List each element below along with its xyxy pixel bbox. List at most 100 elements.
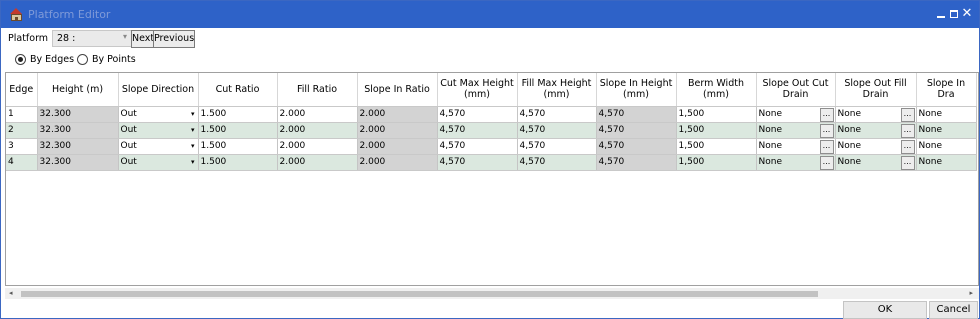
browse-drain-button[interactable]: ...	[819, 155, 834, 169]
browse-drain-button[interactable]: ...	[900, 123, 915, 137]
cut-ratio-cell[interactable]: 1.500	[198, 154, 278, 171]
slope-out-fill-drain-cell[interactable]: None...	[835, 154, 917, 171]
platform-label: Platform	[8, 33, 49, 44]
fill-ratio-cell[interactable]: 2.000	[277, 138, 358, 155]
edge-cell: 4	[6, 154, 38, 171]
cut-max-height-cell[interactable]: 4,570	[437, 122, 518, 139]
scroll-left-icon[interactable]: ◂	[9, 289, 13, 297]
slope-out-cut-drain-cell[interactable]: None...	[756, 154, 836, 171]
column-header[interactable]: Slope In Dra	[916, 73, 977, 107]
berm-width-cell[interactable]: 1,500	[676, 106, 757, 123]
chevron-down-icon[interactable]: ▾	[191, 142, 195, 150]
drain-value: None	[758, 156, 782, 167]
next-button[interactable]: Next	[131, 30, 154, 48]
chevron-down-icon[interactable]: ▾	[191, 158, 195, 166]
column-header[interactable]: Slope In Height (mm)	[596, 73, 677, 107]
height-cell: 32.300	[37, 122, 119, 139]
slope-in-height-cell: 4,570	[596, 106, 677, 123]
slope-in-drain-cell[interactable]: None	[916, 106, 977, 123]
berm-width-cell[interactable]: 1,500	[676, 122, 757, 139]
platform-select[interactable]: 28 : ▾	[52, 30, 132, 47]
cut-max-height-cell[interactable]: 4,570	[437, 138, 518, 155]
table-row[interactable]: 4 32.300 Out ▾ 1.500 2.000 2.000 4,570 4,570 4,57…	[6, 154, 977, 171]
table-row[interactable]: 1 32.300 Out ▾ 1.500 2.000 2.000 4,570 4,570 4,57…	[6, 106, 977, 123]
radio-selected-icon	[15, 54, 26, 65]
height-cell: 32.300	[37, 138, 119, 155]
slope-direction-select[interactable]: Out ▾	[118, 154, 199, 171]
slope-in-height-cell: 4,570	[596, 138, 677, 155]
table-row[interactable]: 3 32.300 Out ▾ 1.500 2.000 2.000 4,570 4,570 4,57…	[6, 138, 977, 155]
title-bar[interactable]: Platform Editor ✕	[1, 1, 979, 28]
column-header[interactable]: Edge	[6, 73, 38, 107]
column-header[interactable]: Berm Width (mm)	[676, 73, 757, 107]
chevron-down-icon: ▾	[122, 32, 127, 41]
fill-max-height-cell[interactable]: 4,570	[517, 138, 597, 155]
height-cell: 32.300	[37, 106, 119, 123]
fill-max-height-cell[interactable]: 4,570	[517, 122, 597, 139]
fill-max-height-cell[interactable]: 4,570	[517, 154, 597, 171]
by-edges-radio[interactable]: By Edges	[15, 54, 85, 66]
berm-width-cell[interactable]: 1,500	[676, 154, 757, 171]
slope-direction-select[interactable]: Out ▾	[118, 122, 199, 139]
cut-max-height-cell[interactable]: 4,570	[437, 154, 518, 171]
berm-width-cell[interactable]: 1,500	[676, 138, 757, 155]
ok-button[interactable]: OK	[843, 301, 927, 319]
scroll-right-icon[interactable]: ▸	[969, 289, 973, 297]
drain-value: None	[837, 108, 861, 119]
cut-ratio-cell[interactable]: 1.500	[198, 106, 278, 123]
by-edges-label: By Edges	[30, 54, 75, 65]
column-header[interactable]: Fill Max Height (mm)	[517, 73, 597, 107]
cut-ratio-cell[interactable]: 1.500	[198, 138, 278, 155]
browse-drain-button[interactable]: ...	[900, 139, 915, 153]
chevron-down-icon[interactable]: ▾	[191, 126, 195, 134]
slope-in-drain-cell[interactable]: None	[916, 122, 977, 139]
column-header[interactable]: Fill Ratio	[277, 73, 358, 107]
column-header[interactable]: Cut Ratio	[198, 73, 278, 107]
slope-direction-select[interactable]: Out ▾	[118, 106, 199, 123]
slope-out-fill-drain-cell[interactable]: None...	[835, 138, 917, 155]
scrollbar-thumb[interactable]	[21, 291, 818, 297]
table-row[interactable]: 2 32.300 Out ▾ 1.500 2.000 2.000 4,570 4,570 4,57…	[6, 122, 977, 139]
mode-radio-group: By Edges By Points	[15, 54, 215, 67]
fill-ratio-cell[interactable]: 2.000	[277, 122, 358, 139]
fill-ratio-cell[interactable]: 2.000	[277, 154, 358, 171]
browse-drain-button[interactable]: ...	[819, 139, 834, 153]
drain-value: None	[837, 156, 861, 167]
cut-max-height-cell[interactable]: 4,570	[437, 106, 518, 123]
slope-out-cut-drain-cell[interactable]: None...	[756, 106, 836, 123]
slope-direction-value: Out	[120, 125, 137, 135]
slope-in-ratio-cell: 2.000	[357, 122, 438, 139]
slope-out-fill-drain-cell[interactable]: None...	[835, 122, 917, 139]
previous-button[interactable]: Previous	[153, 30, 195, 48]
fill-max-height-cell[interactable]: 4,570	[517, 106, 597, 123]
slope-in-height-cell: 4,570	[596, 154, 677, 171]
column-header[interactable]: Slope Out Fill Drain	[835, 73, 917, 107]
drain-value: None	[837, 140, 861, 151]
browse-drain-button[interactable]: ...	[819, 107, 834, 121]
slope-direction-select[interactable]: Out ▾	[118, 138, 199, 155]
slope-in-drain-cell[interactable]: None	[916, 154, 977, 171]
column-header[interactable]: Height (m)	[37, 73, 119, 107]
slope-out-fill-drain-cell[interactable]: None...	[835, 106, 917, 123]
browse-drain-button[interactable]: ...	[900, 155, 915, 169]
fill-ratio-cell[interactable]: 2.000	[277, 106, 358, 123]
column-header[interactable]: Slope Direction	[118, 73, 199, 107]
column-header[interactable]: Cut Max Height (mm)	[437, 73, 518, 107]
platform-toolbar: Platform 28 : ▾ Next Previous	[5, 30, 405, 48]
close-button[interactable]: ✕	[959, 5, 975, 23]
radio-unselected-icon	[77, 54, 88, 65]
cut-ratio-cell[interactable]: 1.500	[198, 122, 278, 139]
browse-drain-button[interactable]: ...	[900, 107, 915, 121]
column-header[interactable]: Slope Out Cut Drain	[756, 73, 836, 107]
column-header[interactable]: Slope In Ratio	[357, 73, 438, 107]
horizontal-scrollbar[interactable]: ◂ ▸	[5, 288, 979, 299]
slope-in-ratio-cell: 2.000	[357, 106, 438, 123]
slope-out-cut-drain-cell[interactable]: None...	[756, 138, 836, 155]
by-points-radio[interactable]: By Points	[77, 54, 157, 66]
edges-grid[interactable]: Edge Height (m) Slope Direction Cut Rati…	[5, 72, 979, 286]
cancel-button[interactable]: Cancel	[929, 301, 978, 319]
slope-in-drain-cell[interactable]: None	[916, 138, 977, 155]
browse-drain-button[interactable]: ...	[819, 123, 834, 137]
slope-out-cut-drain-cell[interactable]: None...	[756, 122, 836, 139]
chevron-down-icon[interactable]: ▾	[191, 110, 195, 118]
